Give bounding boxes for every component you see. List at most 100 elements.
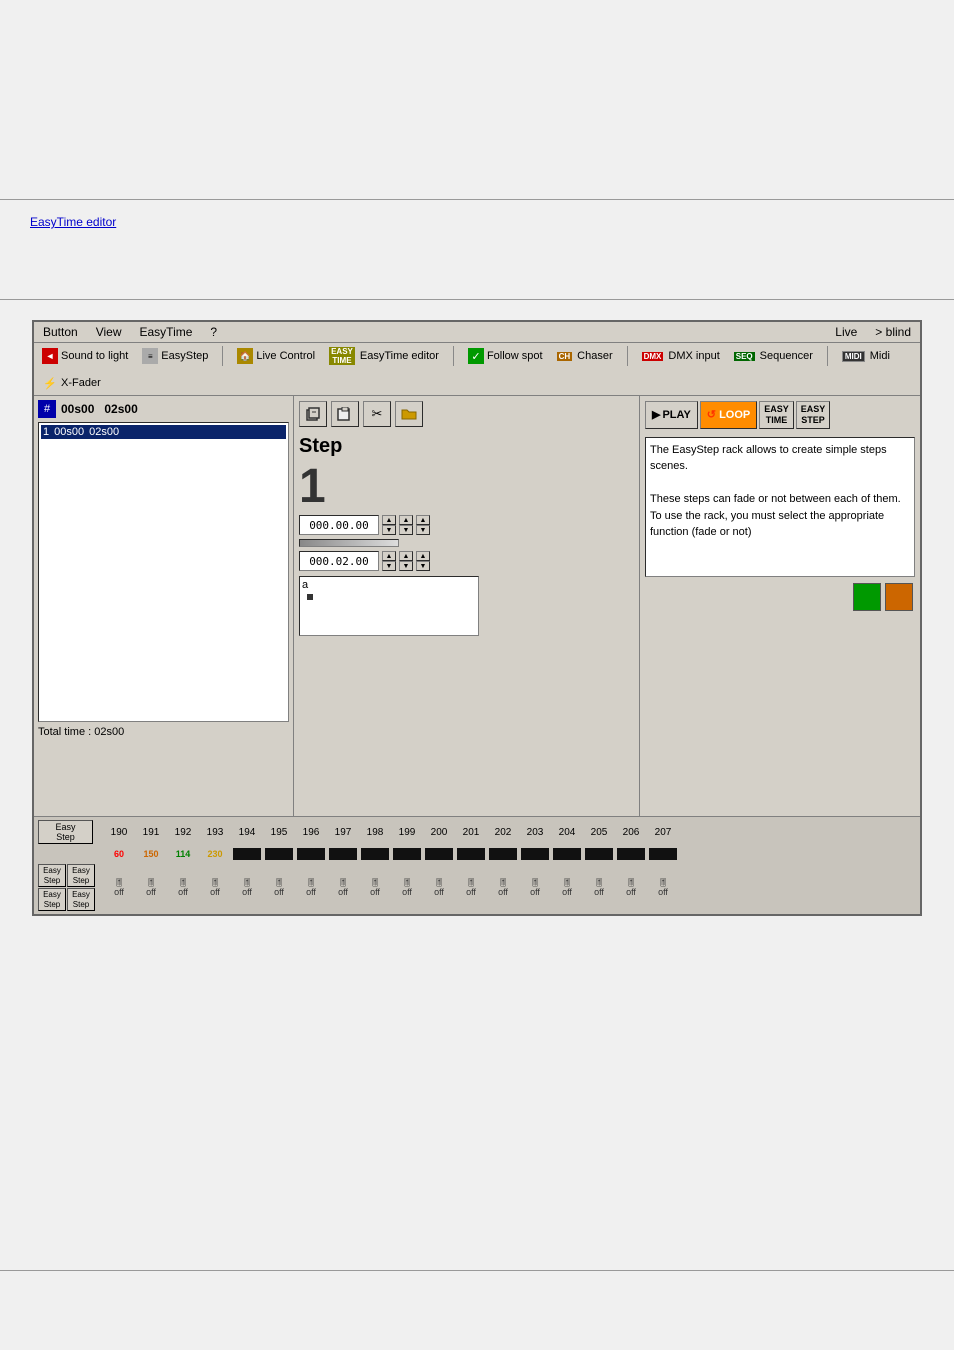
easystep-label: EasyStep (161, 350, 208, 362)
easy-step-main-label[interactable]: EasyStep (38, 820, 93, 844)
menu-button[interactable]: Button (39, 324, 82, 340)
ch-num-194: 194 (231, 827, 263, 838)
center-top-icons: ✂ (299, 401, 634, 427)
spin-up-1b[interactable]: ▲ (399, 515, 413, 525)
hash-button[interactable]: # (38, 400, 56, 418)
value-display-2: 000.02.00 (299, 551, 379, 571)
follow-spot-button[interactable]: ✓ Follow spot (465, 347, 546, 365)
dot-indicator (307, 594, 313, 600)
xfader-button[interactable]: ⚡ X-Fader (39, 374, 104, 392)
fader-off-205: off (594, 887, 604, 897)
fader-handle-195: 🎚 (274, 879, 284, 887)
fader-black-196 (297, 848, 325, 860)
easystep-button[interactable]: ≡ EasyStep (139, 347, 211, 365)
folder-button[interactable] (395, 401, 423, 427)
sound-to-light-label: Sound to light (61, 350, 128, 362)
easytime-editor-link[interactable]: EasyTime editor (30, 215, 116, 229)
easy-step-label-2[interactable]: EasyStep (67, 864, 95, 887)
off-cell-191: 🎚 off (135, 877, 167, 899)
fader-black-197 (329, 848, 357, 860)
spin-up-1a[interactable]: ▲ (382, 515, 396, 525)
sound-to-light-button[interactable]: ◄ Sound to light (39, 347, 131, 365)
ch-num-196: 196 (295, 827, 327, 838)
dmx-input-label: DMX input (668, 350, 719, 362)
fader-cell-190: 60 (103, 846, 135, 862)
off-cell-202: 🎚 off (487, 877, 519, 899)
spin-up-2b[interactable]: ▲ (399, 551, 413, 561)
live-control-button[interactable]: 🏠 Live Control (234, 347, 318, 365)
green-swatch[interactable] (853, 583, 881, 611)
menu-view[interactable]: View (92, 324, 126, 340)
xfader-label: X-Fader (61, 377, 101, 389)
fader-handle-199: 🎚 (402, 879, 412, 887)
easytime-editor-button[interactable]: EASYTIME EasyTime editor (326, 346, 442, 366)
fader-handle-194: 🎚 (242, 879, 252, 887)
easy-step-label-3[interactable]: EasyStep (38, 888, 66, 911)
paste-icon (337, 407, 353, 421)
fader-off-199: off (402, 887, 412, 897)
fader-val-191: 150 (137, 848, 165, 860)
fade-bar[interactable] (299, 539, 399, 547)
step-list[interactable]: 1 00s00 02s00 (38, 422, 289, 722)
orange-swatch[interactable] (885, 583, 913, 611)
step-number-1: 1 (43, 426, 49, 438)
fader-off-197: off (338, 887, 348, 897)
spin-down-2c[interactable]: ▼ (416, 561, 430, 571)
spin-up-1c[interactable]: ▲ (416, 515, 430, 525)
time-display: 00s00 02s00 (61, 402, 138, 416)
spin-down-1b[interactable]: ▼ (399, 525, 413, 535)
time-start: 00s00 (61, 402, 94, 416)
chaser-button[interactable]: CH Chaser (554, 349, 616, 363)
easy-step-button[interactable]: EASYSTEP (796, 401, 831, 429)
off-cell-195: 🎚 off (263, 877, 295, 899)
paste-button[interactable] (331, 401, 359, 427)
menu-easytime[interactable]: EasyTime (136, 324, 197, 340)
fader-cell-202 (487, 846, 519, 862)
menu-blind[interactable]: > blind (871, 324, 915, 340)
step-row-1[interactable]: 1 00s00 02s00 (41, 425, 286, 439)
fader-handle-196: 🎚 (306, 879, 316, 887)
fader-cell-198 (359, 846, 391, 862)
midi-button[interactable]: MIDI Midi (839, 349, 893, 363)
spinner-group-2b: ▲ ▼ (399, 551, 413, 571)
fader-black-200 (425, 848, 453, 860)
play-button[interactable]: ▶ PLAY (645, 401, 698, 429)
right-panel: ▶ PLAY ↺ LOOP EASYTIME EASYSTEP The Easy… (640, 396, 920, 816)
fader-cell-199 (391, 846, 423, 862)
spin-down-2b[interactable]: ▼ (399, 561, 413, 571)
fader-off-201: off (466, 887, 476, 897)
fader-cell-204 (551, 846, 583, 862)
spin-up-2c[interactable]: ▲ (416, 551, 430, 561)
ch-num-207: 207 (647, 827, 679, 838)
off-cell-203: 🎚 off (519, 877, 551, 899)
off-cell-193: 🎚 off (199, 877, 231, 899)
off-cell-198: 🎚 off (359, 877, 391, 899)
off-cell-207: 🎚 off (647, 877, 679, 899)
fader-cell-200 (423, 846, 455, 862)
fader-handle-202: 🎚 (498, 879, 508, 887)
easy-time-button[interactable]: EASYTIME (759, 401, 794, 429)
scissors-icon: ✂ (372, 406, 383, 422)
dmx-input-button[interactable]: DMX DMX input (639, 349, 723, 363)
spin-up-2a[interactable]: ▲ (382, 551, 396, 561)
menu-help[interactable]: ? (206, 324, 221, 340)
loop-button[interactable]: ↺ LOOP (700, 401, 757, 429)
fader-cell-196 (295, 846, 327, 862)
spin-down-1c[interactable]: ▼ (416, 525, 430, 535)
scissors-button[interactable]: ✂ (363, 401, 391, 427)
fader-off-191: off (146, 887, 156, 897)
step-text-area[interactable]: a (299, 576, 479, 636)
off-cell-197: 🎚 off (327, 877, 359, 899)
spin-down-2a[interactable]: ▼ (382, 561, 396, 571)
off-cell-204: 🎚 off (551, 877, 583, 899)
spin-down-1a[interactable]: ▼ (382, 525, 396, 535)
fader-handle-190: 🎚 (114, 879, 124, 887)
fader-off-202: off (498, 887, 508, 897)
sequencer-button[interactable]: SEQ Sequencer (731, 349, 816, 363)
easy-step-label-1[interactable]: EasyStep (38, 864, 66, 887)
menu-live[interactable]: Live (831, 324, 861, 340)
copy-button[interactable] (299, 401, 327, 427)
easy-step-label-4[interactable]: EasyStep (67, 888, 95, 911)
toolbar: ◄ Sound to light ≡ EasyStep 🏠 Live Contr… (34, 343, 920, 396)
fader-handle-193: 🎚 (210, 879, 220, 887)
